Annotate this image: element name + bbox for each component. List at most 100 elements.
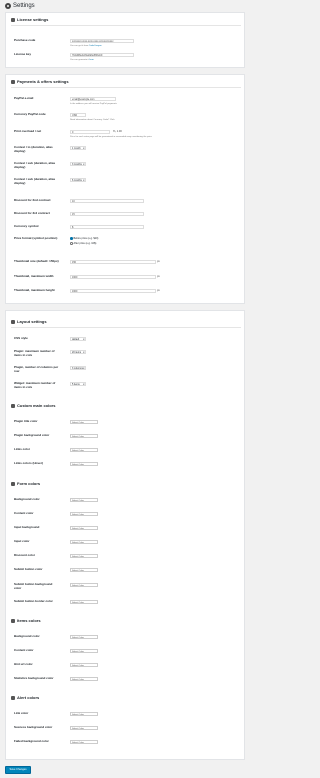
print-unit: %, 1.00 — [113, 130, 122, 133]
plugin-max-label: Plugin: maximum number of items in cols — [14, 349, 55, 357]
contest3-row: Contest / sub (duration, alias display) … — [14, 177, 244, 188]
color-label: Background color — [14, 634, 40, 638]
license-key-desc-text: You can generate it — [70, 59, 89, 61]
currency-symbol-input[interactable]: $ — [70, 225, 144, 229]
color-label: Content color — [14, 511, 34, 515]
color-picker-button[interactable]: Select Color — [70, 540, 98, 544]
contest2-select[interactable]: 3 months — [70, 162, 86, 167]
color-label: Plugin title color — [14, 419, 38, 423]
page-title: Settings — [13, 3, 35, 9]
purchase-code-input[interactable]: xxxxxxxx-xxxx-xxxx-xxxx-xxxxxxxxxxxx — [70, 39, 134, 43]
license-title-text: License settings — [17, 17, 49, 22]
layout-section-title: Layout settings — [11, 319, 47, 324]
columns-row: Plugin, number of columns per row 3 colu… — [14, 365, 244, 376]
discount1-label: Discount for 2nd contract — [14, 198, 51, 202]
form-colors-title: Form colors — [11, 481, 40, 486]
discount1-input[interactable]: 10 — [70, 199, 144, 203]
color-row: Plugin title color Select Color — [14, 419, 244, 430]
color-row: Success background color Select Color — [14, 725, 244, 736]
color-row: Submit button color Select Color — [14, 567, 244, 578]
discount2-input[interactable]: 15 — [70, 212, 144, 216]
price-format-row: Price format (symbol position) Before pr… — [14, 236, 244, 251]
alert-colors-title: Alert colors — [11, 695, 39, 700]
license-section-title: License settings — [11, 17, 48, 22]
print-input[interactable]: 0 — [70, 130, 110, 134]
divider — [11, 327, 241, 328]
color-label: Link color — [14, 711, 29, 715]
color-picker-button[interactable]: Select Color — [70, 600, 98, 604]
color-picker-button[interactable]: Select Color — [70, 712, 98, 716]
color-picker-button[interactable]: Select Color — [70, 663, 98, 667]
color-picker-button[interactable]: Select Color — [70, 726, 98, 730]
purchase-code-desc: You can get it from CodeCanyon — [70, 45, 102, 47]
paypal-desc: Is the address you will receive PayPal p… — [70, 103, 117, 105]
color-picker-button[interactable]: Select Color — [70, 420, 98, 424]
layout-icon — [11, 319, 15, 324]
thumb-width-input[interactable]: 1600 — [70, 275, 156, 279]
color-label: Submit button border color — [14, 599, 53, 603]
plugin-max-select[interactable]: 20 items — [70, 350, 86, 355]
gear-icon — [5, 3, 11, 9]
layout-panel: Layout settings CSS style default Plugin… — [5, 310, 245, 760]
color-picker-button[interactable]: Select Color — [70, 462, 98, 466]
items-colors-title: Items colors — [11, 618, 41, 623]
paypal-email-input[interactable]: email@example.com — [70, 97, 116, 101]
color-picker-button[interactable]: Select Color — [70, 583, 98, 587]
color-row: Input background Select Color — [14, 525, 244, 536]
save-button[interactable]: Save Changes — [5, 766, 31, 774]
color-picker-button[interactable]: Select Color — [70, 568, 98, 572]
license-panel: License settings Purchase code xxxxxxxx-… — [5, 12, 245, 68]
price-after-label: After price (e.g. 10$) — [73, 242, 97, 245]
color-picker-button[interactable]: Select Color — [70, 526, 98, 530]
color-row: Hint url color Select Color — [14, 662, 244, 673]
widget-select[interactable]: 5 items — [70, 382, 86, 387]
brush-icon — [11, 403, 15, 408]
price-before-radio[interactable]: Before price (e.g. $10) — [70, 237, 98, 240]
color-picker-button[interactable]: Select Color — [70, 498, 98, 502]
contest1-select[interactable]: 1 month — [70, 146, 86, 151]
columns-select[interactable]: 3 columns — [70, 366, 86, 371]
color-picker-button[interactable]: Select Color — [70, 635, 98, 639]
color-row: Content color Select Color — [14, 648, 244, 659]
discount2-row: Discount for 3rd contract 15 — [14, 211, 244, 222]
color-picker-button[interactable]: Select Color — [70, 649, 98, 653]
color-row: Content color Select Color — [14, 511, 244, 522]
color-row: Submit button background color Select Col… — [14, 582, 244, 593]
widget-label: Widget: maximum number of items in cols — [14, 381, 56, 389]
color-picker-button[interactable]: Select Color — [70, 740, 98, 744]
codecanyon-link[interactable]: CodeCanyon — [89, 45, 102, 47]
color-label: Success background color — [14, 725, 53, 729]
thumb-unit: px — [157, 260, 160, 263]
license-key-input[interactable]: 7b2d0f9e4c81a6d3e5f0b2c9 — [70, 53, 134, 57]
thumb-height-label: Thumbnail, maximum height — [14, 288, 55, 292]
currency-input[interactable]: USD — [70, 113, 86, 117]
css-select[interactable]: default — [70, 337, 86, 342]
color-label: Submit button background color — [14, 582, 53, 590]
color-picker-button[interactable]: Select Color — [70, 677, 98, 681]
payments-section-title: Payments & offers settings — [11, 79, 69, 84]
color-row: Input color Select Color — [14, 539, 244, 550]
brush-icon — [11, 695, 15, 700]
thumb-input[interactable]: 150 — [70, 260, 156, 264]
currency-symbol-label: Currency symbol — [14, 224, 39, 228]
color-row: Failed background color Select Color — [14, 739, 244, 750]
price-before-label: Before price (e.g. $10) — [73, 237, 99, 240]
thumb-height-input[interactable]: 1600 — [70, 289, 156, 293]
price-format-label: Price format (symbol position) — [14, 236, 58, 240]
color-picker-button[interactable]: Select Color — [70, 512, 98, 516]
color-label: Content color — [14, 648, 34, 652]
color-picker-button[interactable]: Select Color — [70, 554, 98, 558]
price-after-radio[interactable]: After price (e.g. 10$) — [70, 242, 96, 245]
contest2-row: Contest / sub (duration, alias display) … — [14, 161, 244, 172]
generate-link[interactable]: here — [89, 59, 93, 61]
color-label: Links colors (Hover) — [14, 461, 44, 465]
form-colors-title-text: Form colors — [17, 481, 41, 486]
color-picker-button[interactable]: Select Color — [70, 434, 98, 438]
color-label: Statistics background color — [14, 676, 54, 680]
contest3-select[interactable]: 6 months — [70, 178, 86, 183]
print-label: Print overload / net — [14, 129, 42, 133]
payments-panel: Payments & offers settings PayPal e-mail… — [5, 74, 245, 304]
color-picker-button[interactable]: Select Color — [70, 448, 98, 452]
license-key-row: License key 7b2d0f9e4c81a6d3e5f0b2c9 You… — [14, 52, 244, 63]
color-label: Hint url color — [14, 662, 33, 666]
